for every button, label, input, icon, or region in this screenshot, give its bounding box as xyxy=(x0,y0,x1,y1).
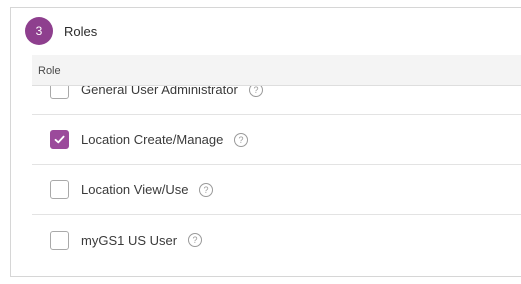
role-checkbox[interactable] xyxy=(50,230,69,250)
section-title: Roles xyxy=(64,23,98,39)
svg-text:?: ? xyxy=(239,135,244,145)
roles-list[interactable]: General User Administrator ? Location Cr… xyxy=(32,86,521,276)
role-column-header: Role xyxy=(38,65,61,77)
question-circle-icon[interactable]: ? xyxy=(187,232,203,248)
question-circle-icon[interactable]: ? xyxy=(198,182,214,198)
role-label: Location View/Use xyxy=(81,182,189,197)
checkmark-icon xyxy=(54,135,65,144)
role-checkbox-checked[interactable] xyxy=(50,130,69,149)
role-label: myGS1 US User xyxy=(81,232,178,248)
role-label: General User Administrator xyxy=(81,86,238,97)
svg-text:?: ? xyxy=(193,235,198,245)
role-row-location-create-manage[interactable]: Location Create/Manage ? xyxy=(32,115,521,165)
role-label: Location Create/Manage xyxy=(81,132,224,147)
section-header: 3 Roles xyxy=(25,17,97,45)
role-checkbox[interactable] xyxy=(50,86,69,99)
role-checkbox[interactable] xyxy=(50,180,69,199)
table-header: Role xyxy=(32,55,521,86)
role-row-general-user-administrator[interactable]: General User Administrator ? xyxy=(32,86,521,115)
step-number-badge: 3 xyxy=(25,17,53,45)
role-row-mygs1-us-user[interactable]: myGS1 US User ? xyxy=(32,215,521,265)
svg-text:?: ? xyxy=(253,86,258,95)
role-row-location-view-use[interactable]: Location View/Use ? xyxy=(32,165,521,215)
svg-text:?: ? xyxy=(204,185,209,195)
question-circle-icon[interactable]: ? xyxy=(248,86,264,98)
question-circle-icon[interactable]: ? xyxy=(233,132,249,148)
